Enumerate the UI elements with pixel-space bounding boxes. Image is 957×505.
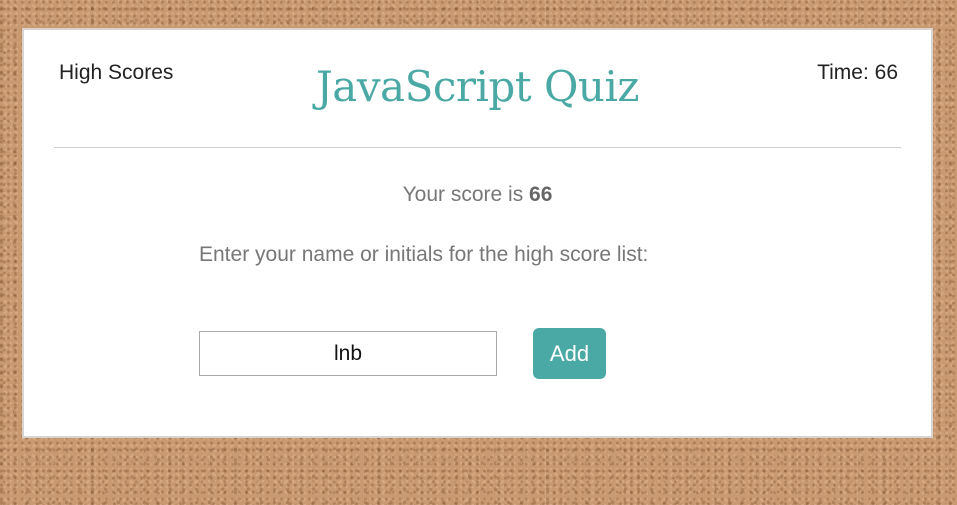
score-value: 66: [529, 183, 553, 206]
score-line: Your score is 66: [24, 183, 931, 207]
header-divider: [54, 147, 901, 148]
initials-input[interactable]: [199, 331, 497, 376]
initials-prompt: Enter your name or initials for the high…: [199, 243, 649, 266]
add-button[interactable]: Add: [533, 328, 606, 379]
quiz-card: High Scores JavaScript Quiz Time: 66 You…: [22, 28, 933, 438]
page-title: JavaScript Quiz: [315, 62, 640, 111]
score-prefix: Your score is: [402, 183, 530, 206]
timer: Time: 66: [817, 61, 898, 84]
header: High Scores JavaScript Quiz Time: 66: [24, 30, 931, 149]
